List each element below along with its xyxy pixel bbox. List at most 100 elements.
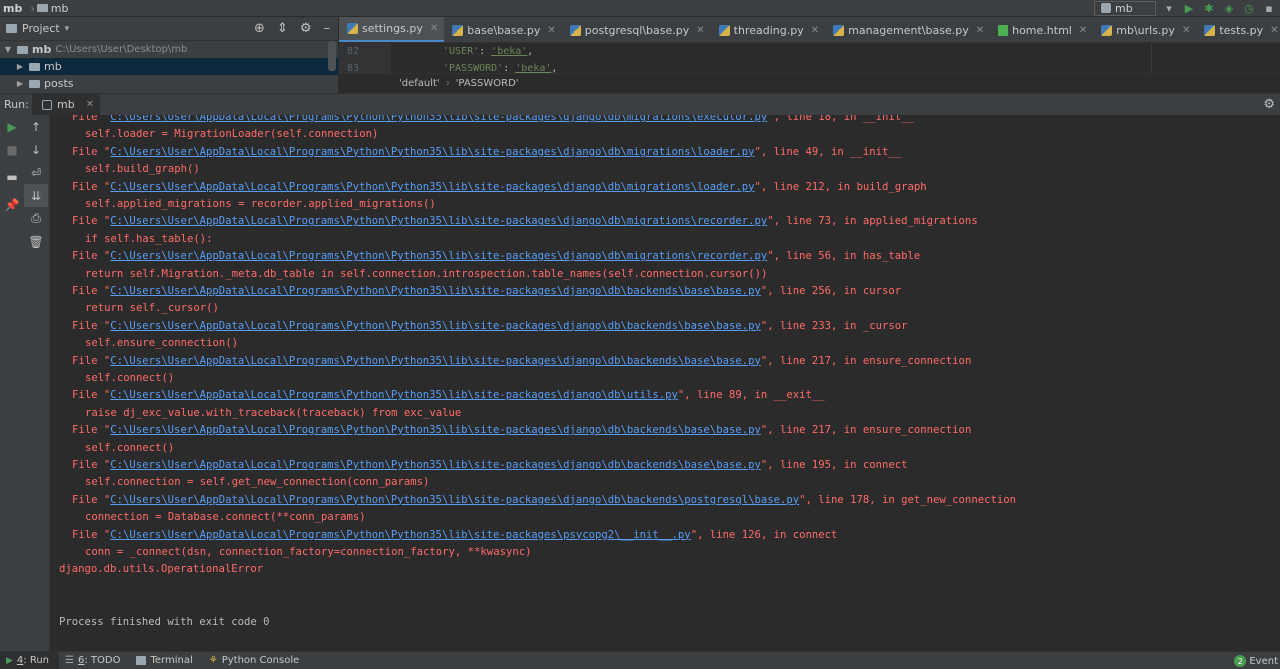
traceback-file-line: File "C:\Users\User\AppData\Local\Progra… [72,459,908,471]
code-line: 'PASSWORD': 'beka', [443,63,558,73]
close-icon[interactable]: ✕ [547,25,555,36]
file-link[interactable]: C:\Users\User\AppData\Local\Programs\Pyt… [110,494,799,506]
toolwindow-python-console[interactable]: ⚘ Python Console [203,652,310,669]
tab-label: settings.py [362,22,423,35]
chevron-right-icon: › [445,77,450,89]
traceback-file-line: File "C:\Users\User\AppData\Local\Progra… [72,528,838,541]
run-icon[interactable]: ▶ [1182,1,1196,15]
toolwindow-run[interactable]: ▶ 4: Run [0,651,60,669]
editor-tab[interactable]: postgresql\base.py ✕ [562,17,711,42]
editor-tab[interactable]: base\base.py ✕ [444,17,562,42]
event-log[interactable]: 2 Event [1234,652,1280,669]
traceback-file-line: File "C:\Users\User\AppData\Local\Progra… [72,180,927,193]
locate-icon[interactable]: ⊕ [254,21,265,36]
code-editor[interactable]: 82 83 'USER': 'beka', 'PASSWORD': 'beka'… [339,43,1280,73]
file-link[interactable]: C:\Users\User\AppData\Local\Programs\Pyt… [110,529,690,541]
tab-label: postgresql\base.py [584,23,690,37]
editor-tab[interactable]: mb\urls.py ✕ [1093,17,1196,42]
close-icon[interactable]: ✕ [976,25,984,36]
editor-tabs: settings.py ✕ base\base.py ✕ postgresql\base… [339,17,1280,43]
error-message: django.db.utils.OperationalError [59,563,264,576]
file-link[interactable]: C:\Users\User\AppData\Local\Programs\Pyt… [110,215,767,227]
tab-label: base\base.py [467,23,541,37]
close-icon[interactable]: ✕ [1182,25,1190,36]
arrow-down-icon[interactable]: ↓ [24,138,48,161]
gear-icon[interactable]: ⚙ [1263,97,1275,112]
file-link[interactable]: C:\Users\User\AppData\Local\Programs\Pyt… [110,320,761,332]
navigation-bar: mb › mb mb ▾ ▶ ✱ ◈ ◷ ▪ [0,0,1280,16]
editor-tab[interactable]: threading.py ✕ [711,17,825,42]
stop-icon[interactable]: ■ [0,138,24,161]
folder-icon [29,62,40,71]
editor-tab[interactable]: management\base.py ✕ [825,17,990,42]
traceback-code-line: return self.Migration._meta.db_table in … [85,267,768,280]
traceback-file-line: File "C:\Users\User\AppData\Local\Progra… [72,115,914,126]
print-icon[interactable]: ⎙ [24,207,48,230]
run-label: Run: [4,98,29,111]
file-link[interactable]: C:\Users\User\AppData\Local\Programs\Pyt… [110,389,678,401]
trash-icon[interactable]: 🗑 [24,230,48,253]
close-icon[interactable]: ✕ [430,23,438,34]
crumb-default[interactable]: 'default' [399,78,440,89]
editor-tab[interactable]: tests.py ✕ [1196,17,1280,42]
traceback-file-line: File "C:\Users\User\AppData\Local\Progra… [72,285,902,297]
editor-tab[interactable]: settings.py ✕ [339,17,445,42]
pin-icon[interactable]: 📌 [0,193,24,216]
folder-icon [17,45,28,54]
tree-item-mb[interactable]: ▶ mb [0,58,338,75]
layout-icon[interactable]: ▬ [0,161,24,193]
more-icon[interactable]: ▪ [1262,1,1276,15]
run-side-toolbar: ▶ ■ ▬ 📌 [0,115,24,651]
scroll-to-end-icon[interactable]: ⇊ [24,184,48,207]
project-tree: ▼ mb C:\Users\User\Desktop\mb ▶ mb ▶ pos… [0,41,338,93]
expanded-arrow-icon: ▼ [4,45,12,54]
debug-icon[interactable]: ✱ [1202,1,1216,15]
coverage-icon[interactable]: ◈ [1222,1,1236,15]
toolwindow-terminal[interactable]: Terminal [130,652,202,669]
close-icon[interactable]: ✕ [811,25,819,36]
folder-icon [36,4,48,12]
toolwindow-todo[interactable]: ☰ 6: TODO [59,652,130,669]
breadcrumb-root[interactable]: mb [0,0,25,16]
collapse-icon[interactable]: ⇕ [277,21,288,36]
close-icon[interactable]: ✕ [1270,25,1278,36]
traceback-code-line: self.connect() [85,372,175,384]
dropdown-icon[interactable]: ▾ [1162,1,1176,15]
file-link[interactable]: C:\Users\User\AppData\Local\Programs\Pyt… [110,250,767,262]
traceback-code-line: self.ensure_connection() [85,337,239,350]
close-icon[interactable]: ✕ [86,99,94,110]
gear-icon[interactable]: ⚙ [300,21,312,36]
project-scrollbar[interactable] [328,41,336,71]
profile-icon[interactable]: ◷ [1242,1,1256,15]
tree-item-root[interactable]: ▼ mb C:\Users\User\Desktop\mb [0,41,338,58]
python-file-icon [569,24,581,36]
close-icon[interactable]: ✕ [1079,25,1087,36]
close-icon[interactable]: ✕ [696,25,704,36]
run-configuration-select[interactable]: mb [1094,0,1156,16]
file-link[interactable]: C:\Users\User\AppData\Local\Programs\Pyt… [110,115,767,123]
crumb-password[interactable]: 'PASSWORD' [456,78,519,89]
traceback-file-line: File "C:\Users\User\AppData\Local\Progra… [72,389,825,402]
tab-label: threading.py [733,23,804,37]
file-link[interactable]: C:\Users\User\AppData\Local\Programs\Pyt… [110,424,761,436]
file-link[interactable]: C:\Users\User\AppData\Local\Programs\Pyt… [110,459,761,471]
hide-icon[interactable]: – [324,21,331,36]
python-file-icon [718,24,730,36]
soft-wrap-icon[interactable]: ⏎ [24,161,48,184]
python-icon [42,99,52,110]
file-link[interactable]: C:\Users\User\AppData\Local\Programs\Pyt… [110,181,754,193]
editor-tab[interactable]: home.html ✕ [990,17,1093,42]
run-tab-mb[interactable]: mb ✕ [32,93,101,116]
file-link[interactable]: C:\Users\User\AppData\Local\Programs\Pyt… [110,146,754,158]
file-link[interactable]: C:\Users\User\AppData\Local\Programs\Pyt… [110,355,761,367]
collapsed-arrow-icon: ▶ [16,62,24,71]
tree-item-posts[interactable]: ▶ posts [0,75,338,92]
breadcrumb-child[interactable]: › mb [25,0,71,16]
traceback-code-line: self.build_graph() [85,163,200,176]
project-view-selector[interactable]: Project ▾ [0,22,69,35]
run-console-output[interactable]: File "C:\Users\User\AppData\Local\Progra… [51,115,1280,651]
rerun-icon[interactable]: ▶ [0,115,24,138]
arrow-up-icon[interactable]: ↑ [24,115,48,138]
traceback-code-line: self.connect() [85,441,175,454]
file-link[interactable]: C:\Users\User\AppData\Local\Programs\Pyt… [110,285,761,297]
